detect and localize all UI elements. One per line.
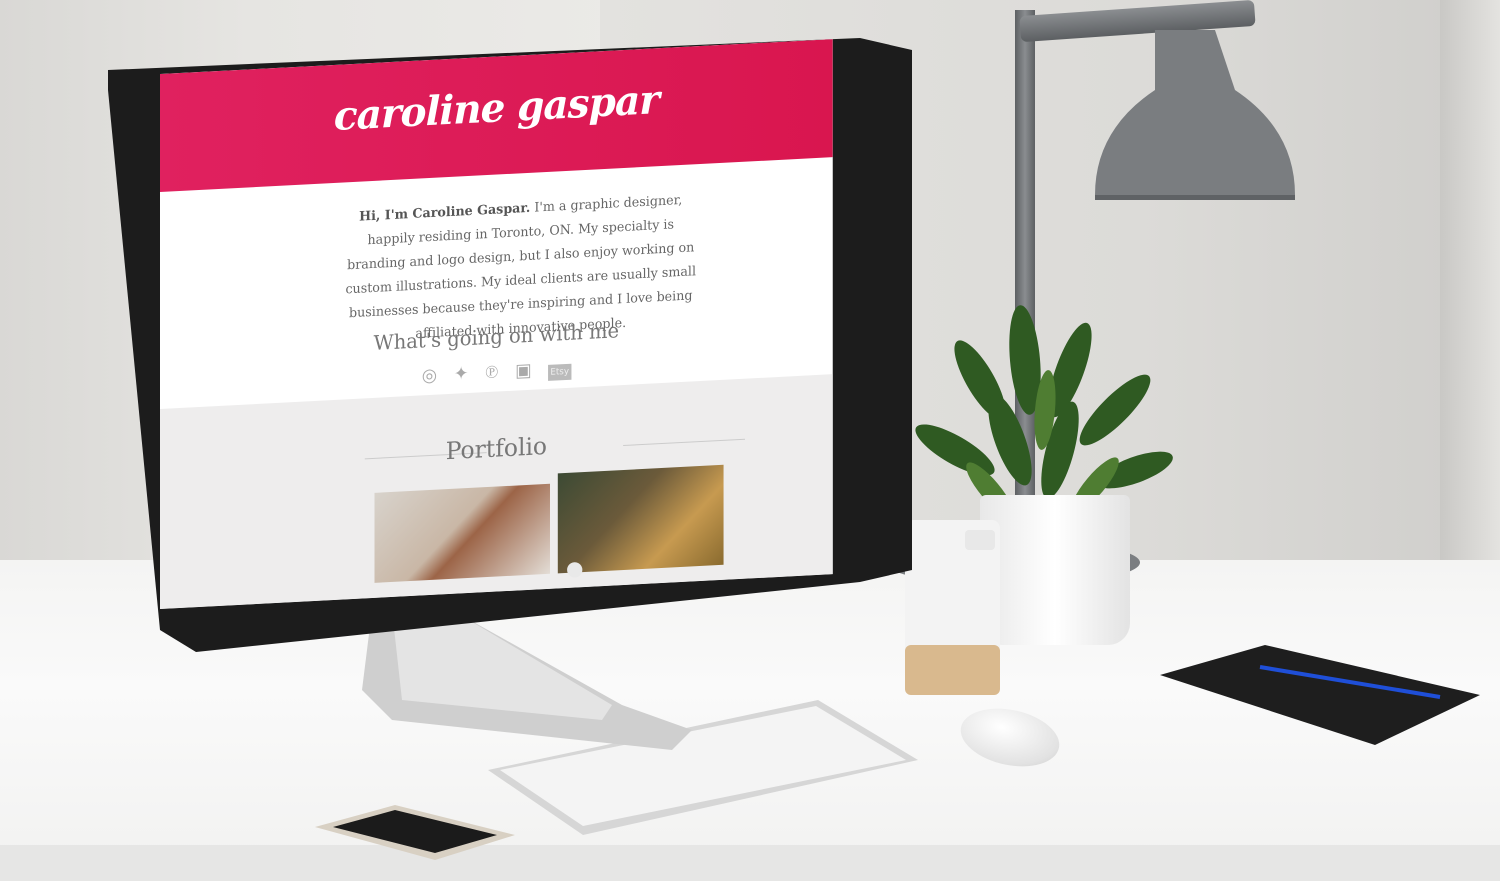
intro-name: Hi, I'm Caroline Gaspar. — [359, 200, 531, 225]
portfolio-thumbnail[interactable] — [374, 483, 550, 583]
smartphone — [315, 805, 515, 860]
notebook — [1160, 645, 1480, 745]
twitter-icon[interactable]: ✦ — [454, 363, 469, 385]
dribbble-icon[interactable]: ◎ — [422, 365, 437, 387]
website-screen: caroline gaspar Hi, I'm Caroline Gaspar.… — [160, 39, 833, 609]
instagram-icon[interactable]: ▣ — [515, 360, 532, 382]
plant-pot — [980, 495, 1130, 645]
apple-logo-icon: ● — [566, 556, 584, 580]
lamp-shade — [1095, 30, 1295, 200]
site-logo[interactable]: caroline gaspar — [160, 67, 833, 149]
etsy-icon[interactable]: Etsy — [548, 363, 572, 381]
desk-edge — [0, 845, 1500, 881]
pinterest-icon[interactable]: ℗ — [485, 361, 498, 383]
